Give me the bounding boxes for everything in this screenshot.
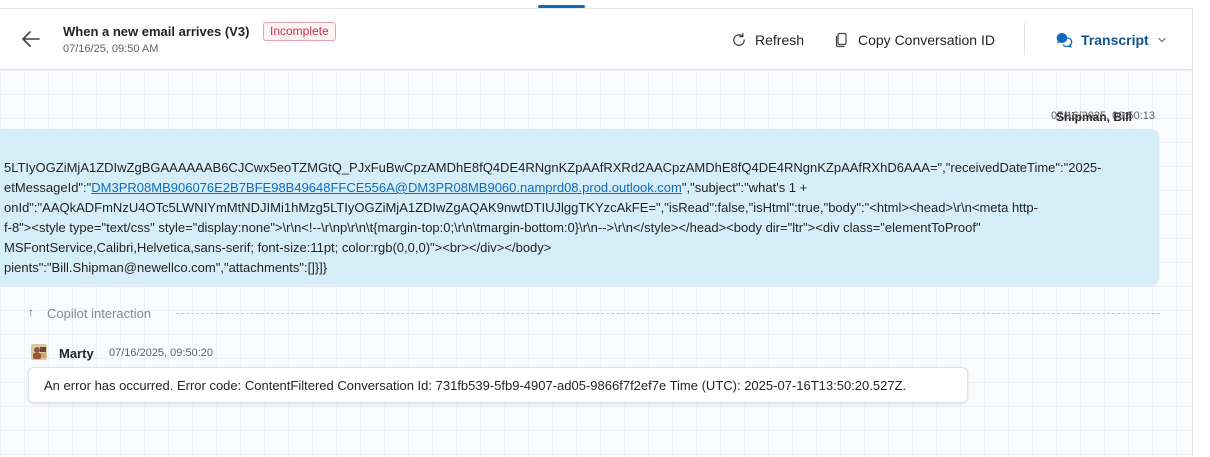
- message-line: onId":"AAQkADFmNzU4OTc5LWNIYmMtNDJIMi1hM…: [4, 200, 1038, 215]
- message-line: MSFontService,Calibri,Helvetica,sans-ser…: [4, 240, 552, 255]
- copy-icon: [835, 32, 847, 48]
- message-line-suffix: ","subject":"what's 1 +: [681, 180, 808, 195]
- arrow-up-icon: ↑: [28, 305, 34, 319]
- message-line: pients":"Bill.Shipman@newellco.com","att…: [4, 260, 328, 275]
- bot-message-time: 07/16/2025, 09:50:20: [109, 347, 213, 359]
- copy-label: Copy Conversation ID: [858, 32, 995, 48]
- dashed-line: [176, 313, 1160, 314]
- back-button[interactable]: [20, 28, 42, 50]
- header-separator: [1024, 23, 1025, 55]
- refresh-label: Refresh: [755, 32, 805, 48]
- chevron-down-icon: [1158, 37, 1166, 43]
- copy-conversation-id-button[interactable]: Copy Conversation ID: [834, 30, 995, 50]
- status-badge: Incomplete: [263, 22, 336, 41]
- flow-title: When a new email arrives (V3): [63, 24, 250, 39]
- bot-avatar-icon: [31, 344, 47, 360]
- right-rail: [1192, 8, 1210, 457]
- message-line: 5LTIyOGZiMjA1ZDIwZgBGAAAAAAB6CJCwx5eoTZM…: [4, 160, 1102, 175]
- active-tab-indicator: [538, 5, 585, 8]
- user-message-bubble: 5LTIyOGZiMjA1ZDIwZgBGAAAAAAB6CJCwx5eoTZM…: [0, 129, 1159, 285]
- message-line-prefix: etMessageId":": [4, 180, 92, 195]
- top-tab-strip: [0, 0, 1192, 9]
- user-message-time: 07/16/2025, 09:50:13: [1051, 110, 1155, 122]
- message-line: f-8"><style type="text/css" style="displ…: [4, 220, 981, 235]
- copilot-interaction-divider[interactable]: ↑ Copilot interaction: [20, 305, 1160, 321]
- arrow-left-icon: [22, 31, 40, 47]
- transcript-pane[interactable]: Shipman, Bill 07/16/2025, 09:50:13 5LTIy…: [0, 70, 1192, 457]
- message-line: etMessageId":"DM3PR08MB906076E2B7BFE98B4…: [4, 180, 807, 195]
- refresh-icon: [733, 32, 745, 46]
- bot-error-text: An error has occurred. Error code: Conte…: [44, 378, 907, 393]
- chat-bubbles-icon: [1056, 33, 1073, 48]
- transcript-dropdown[interactable]: Transcript: [1055, 30, 1167, 50]
- conversation-header: When a new email arrives (V3) Incomplete…: [0, 9, 1192, 70]
- transcript-label: Transcript: [1081, 32, 1149, 48]
- bot-message-bubble: An error has occurred. Error code: Conte…: [28, 367, 968, 403]
- refresh-button[interactable]: Refresh: [731, 30, 804, 50]
- bot-sender-name: Marty: [59, 346, 94, 361]
- header-timestamp: 07/16/25, 09:50 AM: [63, 43, 159, 55]
- divider-label: Copilot interaction: [47, 306, 152, 321]
- internet-message-id-link[interactable]: DM3PR08MB906076E2B7BFE98B49648FFCE556A@D…: [91, 180, 682, 195]
